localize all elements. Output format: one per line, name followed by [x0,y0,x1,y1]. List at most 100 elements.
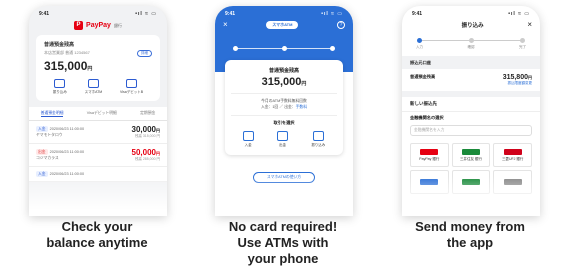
bank-search-input[interactable]: 金融機関名を入力 [410,125,532,136]
amount-unit: 円 [156,151,160,156]
caption-balance: Check your balance anytime [7,219,187,251]
transaction-name: コジマカラス [36,156,59,160]
deposit-option-button[interactable]: 入金 [242,131,254,148]
from-balance-value: 315,800 [502,74,528,81]
transaction-balance: 残高 285,000 円 [134,157,160,161]
step-label: 入力 [416,45,423,49]
atm-fee-info: 今月のATM手数料無料回数 入金：1回 ／ 出金：手数料 [231,93,337,110]
signal-icon: •ıl ≈ ▭ [135,11,157,17]
select-transaction-label: 取引を選択 [231,115,337,126]
close-icon[interactable]: × [223,20,228,29]
atm-title-pill: スマホATM [266,20,299,29]
status-bar: 9:41 •ıl ≈ ▭ [402,6,540,17]
paypay-bank-logo: P PayPay 銀行 [29,21,167,30]
step-confirm: 確認 [468,38,475,50]
balance-card: 普通預金残高 本店営業部 普通 1234567 詳細 315,000円 振り込み… [36,35,160,101]
progress-track [233,46,335,51]
phone-mockup-transfer: 9:41 •ıl ≈ ▭ 振り込み × 入力 確認 完了 振込元口座 普通預金残… [402,6,540,216]
transaction-name: ヤマモトタロウ [36,133,63,137]
caption-line: your phone [247,251,319,266]
new-recipient-title: 新しい振込先 [410,101,437,106]
progress-dot [282,46,288,51]
step-input: 入力 [416,38,423,50]
bank-logo-icon [503,148,522,155]
withdraw-option-button[interactable]: 出金 [276,131,288,148]
phone-mockup-atm: 9:41 •ıl ≈ ▭ × スマホATM ? 普通預金残高 315,000円 … [215,6,353,216]
step-label: 完了 [519,45,526,49]
from-balance-unit: 円 [528,75,532,80]
bank-logo-icon [461,148,480,155]
phone-mockup-balance: 9:41 •ıl ≈ ▭ P PayPay 銀行 普通預金残高 本店営業部 普通… [29,6,167,216]
caption-line: Send money from [415,219,525,234]
fee-link[interactable]: 手数料 [296,105,307,109]
account-detail-button[interactable]: 詳細 [137,50,152,57]
progress-dot [233,46,238,51]
caption-line: No card required! [228,219,338,234]
bottom-fade [215,176,353,216]
close-icon[interactable]: × [527,20,532,29]
smartphone-atm-action-button[interactable]: スマホATM [84,79,103,95]
balance-amount: 315,000円 [231,76,337,88]
step-dot [468,38,474,43]
transaction-tag: 入金 [36,126,48,132]
transaction-balance: 残高 315,000 円 [134,134,160,138]
step-label: 確認 [467,45,475,49]
action-label: VisaデビットB [119,90,144,94]
bank-name: 三菱UFJ 銀行 [501,156,524,161]
transfer-option-button[interactable]: 振り込み [311,131,325,148]
bank-option-smbc[interactable]: 三井住友 銀行 [451,143,491,167]
transaction-date: 2020/06/23 11:00:00 [49,127,85,131]
bank-logo-icon [420,148,439,155]
atm-icon [87,79,99,88]
action-label: 振り込み [52,90,67,94]
quick-actions: 振り込み スマホATM VisaデビットB [44,79,152,95]
transaction-tag: 出金 [36,149,48,155]
balance-value: 315,000 [44,59,88,73]
bank-name: PayPay 銀行 [419,156,440,161]
account-number: 本店営業部 普通 1234567 [44,50,90,55]
from-section-title: 振込元口座 [402,56,540,69]
from-account-label: 普通預金残高 [410,74,436,79]
tab-time-deposit[interactable]: 定期預金 [140,111,155,117]
bank-select-title: 金融機関名の選択 [402,111,540,122]
deposit-icon [242,131,254,141]
action-label: スマホATM [84,90,103,94]
bottom-fade [402,176,540,216]
amount-value: 30,000 [131,125,156,134]
tab-visa-debit-statement[interactable]: Visaデビット明細 [87,111,117,117]
transfer-header: 振り込み × [402,17,540,32]
transaction-row[interactable]: 入金 2020/06/23 11:00:00 ヤマモトタロウ 30,000円 残高 3… [29,121,167,144]
visa-debit-action-button[interactable]: VisaデビットB [120,79,143,95]
balance-unit: 円 [301,81,307,87]
from-balance: 315,800円 [503,74,532,81]
caption-transfer: Send money from the app [380,219,560,251]
caption-line: Use ATMs with [237,235,329,250]
transfer-icon [312,131,324,141]
balance-unit: 円 [87,66,93,72]
transaction-row[interactable]: 出金 2020/06/23 11:00:00 コジマカラス 50,000円 残高 28… [29,144,167,167]
panel-transfer: 9:41 •ıl ≈ ▭ 振り込み × 入力 確認 完了 振込元口座 普通預金残… [380,0,560,275]
transfer-steps: 入力 確認 完了 [402,32,540,50]
bank-option-paypay[interactable]: PayPay 銀行 [410,143,449,167]
amount-unit: 円 [156,128,160,133]
status-time: 9:41 [225,11,236,17]
option-label: 出金 [278,143,286,147]
caption-line: Check your [61,219,133,234]
account-number-row: 本店営業部 普通 1234567 詳細 [44,50,152,57]
transfer-action-button[interactable]: 振り込み [53,79,67,95]
signal-icon: •ıl ≈ ▭ [321,11,343,17]
help-icon[interactable]: ? [336,20,345,29]
transaction-date: 2020/06/23 11:00:00 [49,150,85,154]
transfer-icon [54,79,66,88]
status-time: 9:41 [39,11,50,17]
status-time: 9:41 [412,11,423,17]
paypay-logo-icon: P [74,21,84,30]
bank-option-mufg[interactable]: 三菱UFJ 銀行 [493,143,532,167]
limit-change-link[interactable]: 振込限度額変更 [503,81,533,86]
atm-balance-card: 普通預金残高 315,000円 今月のATM手数料無料回数 入金：1回 ／ 出金… [225,60,343,155]
tab-savings-statement[interactable]: 普通預金明細 [40,111,64,117]
step-complete: 完了 [519,38,526,50]
amount-value: 50,000 [131,148,156,157]
caption-line: the app [446,235,494,250]
bottom-fade [29,176,167,216]
